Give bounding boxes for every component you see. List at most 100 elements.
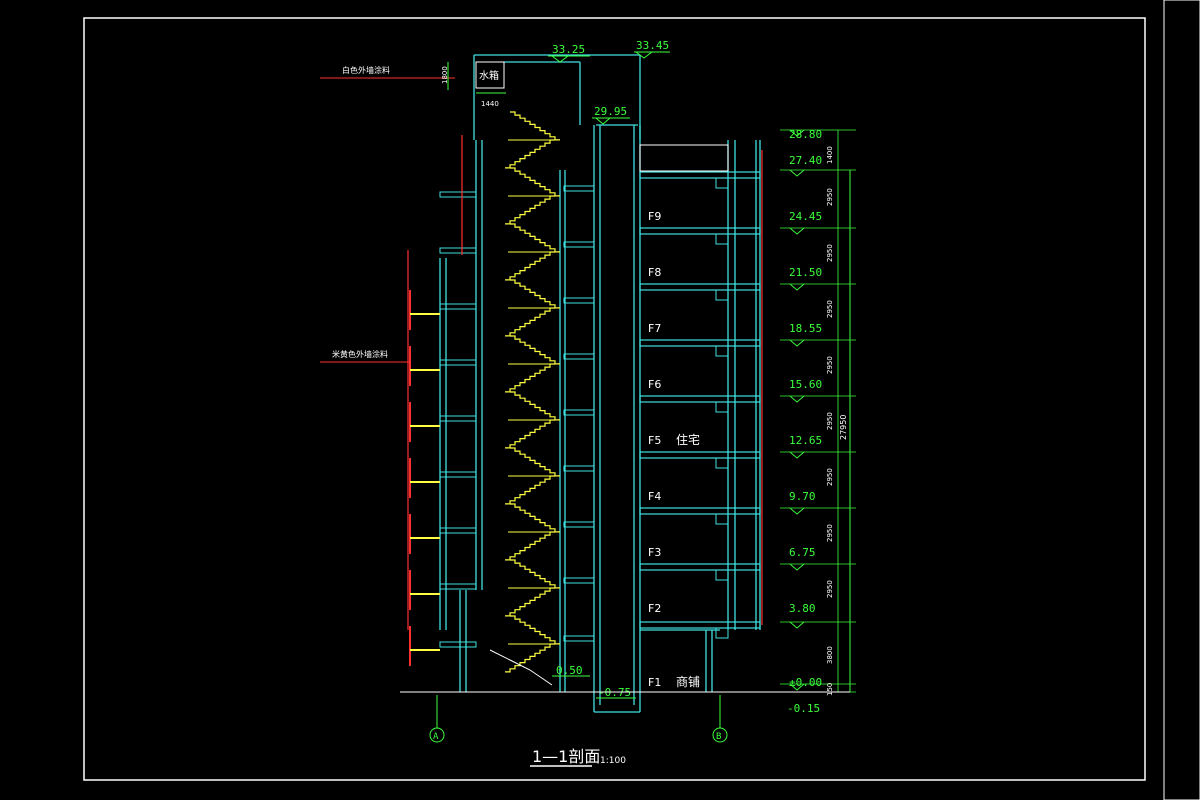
dim-seg-0: 1400: [826, 146, 834, 164]
elevation-labels: 28.80 27.40 24.45 21.50 18.55 15.60 12.6…: [787, 128, 822, 715]
lift-lobby-slab: [563, 577, 595, 584]
elev-marker: [789, 507, 805, 515]
floor-slab: [639, 621, 761, 629]
dim-seg-5: 2950: [826, 412, 834, 430]
dim-seg-10: 150: [826, 683, 834, 696]
stair-flight-up: [505, 251, 555, 281]
stair-flight-down: [510, 391, 560, 421]
floor-beam: [715, 401, 729, 413]
stair-flight-down: [510, 279, 560, 309]
top-elevation: 33.45: [636, 39, 669, 52]
section-drawing: 白色外墙涂料 米黄色外墙涂料 33.25 33.45 29.95 水箱 1800…: [83, 0, 1200, 800]
dim-seg-4: 2950: [826, 356, 834, 374]
outer-frame: [83, 17, 1146, 781]
floor-label-f3: F3: [648, 546, 661, 559]
floor-beam: [715, 289, 729, 301]
stair-roof-elevation: 29.95: [594, 105, 627, 118]
stair-flight-down: [510, 615, 560, 645]
stair-flight-up: [505, 307, 555, 337]
elev-label-10: ±0.00: [789, 676, 822, 689]
stair-roof-elev-marker: [595, 117, 611, 125]
roof-elevation: 33.25: [552, 43, 585, 56]
balcony-rails: [407, 135, 763, 666]
stair-flight-down: [510, 559, 560, 589]
floor-beam: [715, 233, 729, 245]
floor-beam: [715, 569, 729, 581]
elev-label-0: 28.80: [789, 128, 822, 141]
lift-lobby-slab: [563, 185, 595, 192]
elev-label-3: 21.50: [789, 266, 822, 279]
floor-beam: [715, 177, 729, 189]
dim-total: 27950: [839, 415, 848, 440]
floor-use-shop: 商铺: [676, 674, 700, 689]
stair-flight-up: [505, 419, 555, 449]
floor-label-f7: F7: [648, 322, 661, 335]
dim-seg-1: 2950: [826, 188, 834, 206]
floor-slab: [639, 563, 761, 571]
elev-label-7: 9.70: [789, 490, 816, 503]
floor-label-f4: F4: [648, 490, 661, 503]
dim-seg-6: 2950: [826, 468, 834, 486]
elev-label-4: 18.55: [789, 322, 822, 335]
elev-label-11: -0.15: [787, 702, 820, 715]
stair-flight-up: [505, 475, 555, 505]
floor-slab: [639, 283, 761, 291]
drawing-scale: 1:100: [600, 756, 626, 766]
stair-flight-up: [505, 139, 555, 169]
floor-use-residential: 住宅: [676, 432, 700, 447]
axis-label-left: A: [433, 732, 439, 742]
lift-lobby-slab: [563, 521, 595, 528]
water-tank-label: 水箱: [479, 69, 499, 82]
elev-marker: [789, 283, 805, 291]
lift-lobby-slab: [563, 353, 595, 360]
floor-slab: [639, 507, 761, 515]
floor-label-f9: F9: [648, 210, 661, 223]
right-border: [1163, 0, 1200, 800]
tank-width-dim-text: 1440: [481, 100, 499, 108]
stair-flight-down: [510, 447, 560, 477]
lower-wall-note: 米黄色外墙涂料: [332, 349, 388, 359]
lift-lobby-slab: [563, 297, 595, 304]
elev-label-6: 12.65: [789, 434, 822, 447]
elev-label-8: 6.75: [789, 546, 816, 559]
axis-label-right: B: [716, 732, 721, 742]
tank-height-dim-text: 1800: [441, 66, 449, 84]
dim-seg-3: 2950: [826, 300, 834, 318]
elev-marker: [789, 563, 805, 571]
stair-flight-up: [505, 587, 555, 617]
floor-slab: [639, 171, 761, 179]
upper-wall-note: 白色外墙涂料: [342, 65, 390, 75]
lift-lobby-slab: [563, 409, 595, 416]
stair-flight-up: [505, 363, 555, 393]
stairs: [489, 111, 560, 686]
floor-beam: [715, 457, 729, 469]
stair-bottom-elevation: 0.50: [556, 664, 583, 677]
balcony-slab: [439, 641, 477, 648]
dim-seg-7: 2950: [826, 524, 834, 542]
stair-flight-down: [510, 503, 560, 533]
dim-seg-8: 2950: [826, 580, 834, 598]
balcony-slab: [439, 191, 477, 198]
entry-stair: [489, 649, 553, 686]
floor-label-f5: F5: [648, 434, 661, 447]
floor-labels: F9 F8 F7 F6 F5 住宅 F4 F3 F2 F1 商铺: [648, 210, 700, 689]
dimension-labels: 1400 2950 2950 2950 2950 2950 2950 2950 …: [826, 146, 848, 696]
elev-marker: [789, 621, 805, 629]
floor-beam: [715, 345, 729, 357]
elev-marker: [789, 339, 805, 347]
stair-flight-down: [510, 167, 560, 197]
floor-slab: [639, 395, 761, 403]
dim-seg-9: 3800: [826, 646, 834, 664]
dim-seg-2: 2950: [826, 244, 834, 262]
balcony-slab: [439, 247, 477, 254]
walls: [439, 54, 761, 713]
floor-slab: [639, 451, 761, 459]
lift-lobby-slab: [563, 465, 595, 472]
roof-elev-marker: [551, 55, 569, 63]
stair-flight-down: [510, 335, 560, 365]
elev-label-2: 24.45: [789, 210, 822, 223]
floor-label-f2: F2: [648, 602, 661, 615]
stair-flight-down: [510, 111, 560, 141]
roof-parapet: [639, 144, 729, 172]
elev-marker: [789, 451, 805, 459]
